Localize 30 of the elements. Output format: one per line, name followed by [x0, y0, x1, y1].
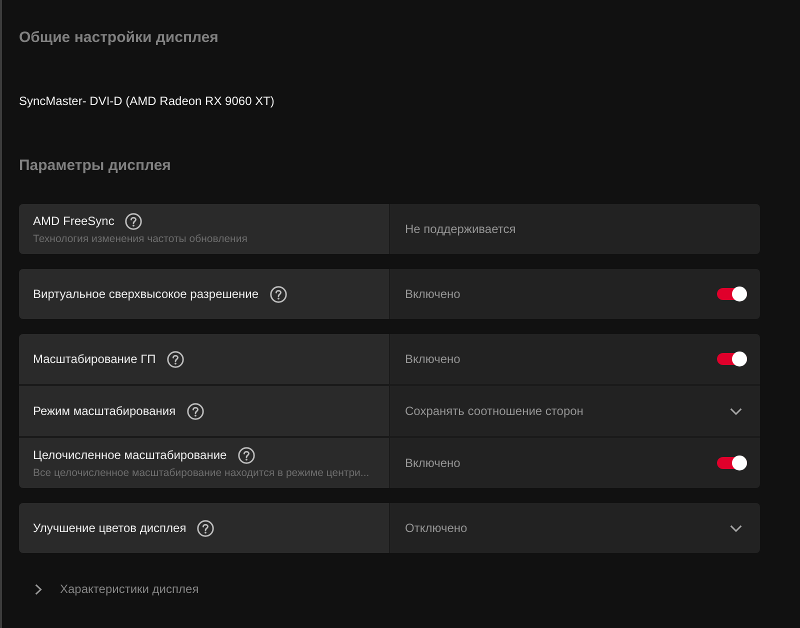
toggle-switch[interactable]: [717, 351, 747, 367]
setting-value: Не поддерживается: [405, 221, 516, 238]
toggle-switch[interactable]: [717, 455, 747, 471]
help-icon[interactable]: [166, 350, 184, 368]
chevron-down-icon: [730, 524, 742, 532]
help-icon[interactable]: [186, 402, 204, 420]
help-icon[interactable]: [197, 520, 214, 536]
setting-label: Улучшение цветов дисплея: [33, 520, 186, 537]
setting-label: AMD FreeSync: [33, 213, 114, 230]
help-icon[interactable]: [125, 212, 142, 230]
dropdown[interactable]: Сохранять соотношение сторон: [390, 386, 760, 436]
help-icon[interactable]: [270, 286, 287, 302]
expander[interactable]: Характеристики дисплея: [35, 580, 199, 598]
setting-label: Масштабирование ГП: [33, 351, 156, 368]
setting-value: Включено: [405, 351, 460, 368]
chevron-right-icon: [35, 584, 42, 594]
setting-description: Все целочисленное масштабирование находится в режиме центри...: [33, 467, 370, 480]
setting-label: Целочисленное масштабирование: [33, 447, 227, 464]
display-name: SyncMaster- DVI-D (AMD Radeon RX 9060 XT): [19, 93, 276, 110]
toggle-switch[interactable]: [717, 286, 747, 302]
help-icon[interactable]: [238, 446, 255, 464]
setting-description: Технология изменения частоты обновления: [33, 233, 248, 246]
setting-value: Включено: [405, 455, 460, 472]
section-heading: Общие настройки дисплея: [19, 28, 220, 48]
section-heading: Параметры дисплея: [19, 156, 172, 176]
setting-value: Включено: [405, 286, 460, 303]
chevron-down-icon: [730, 408, 742, 414]
setting-label: Режим масштабирования: [33, 403, 176, 420]
setting-label: Виртуальное сверхвысокое разрешение: [33, 286, 259, 303]
dropdown[interactable]: Отключено: [390, 503, 760, 553]
